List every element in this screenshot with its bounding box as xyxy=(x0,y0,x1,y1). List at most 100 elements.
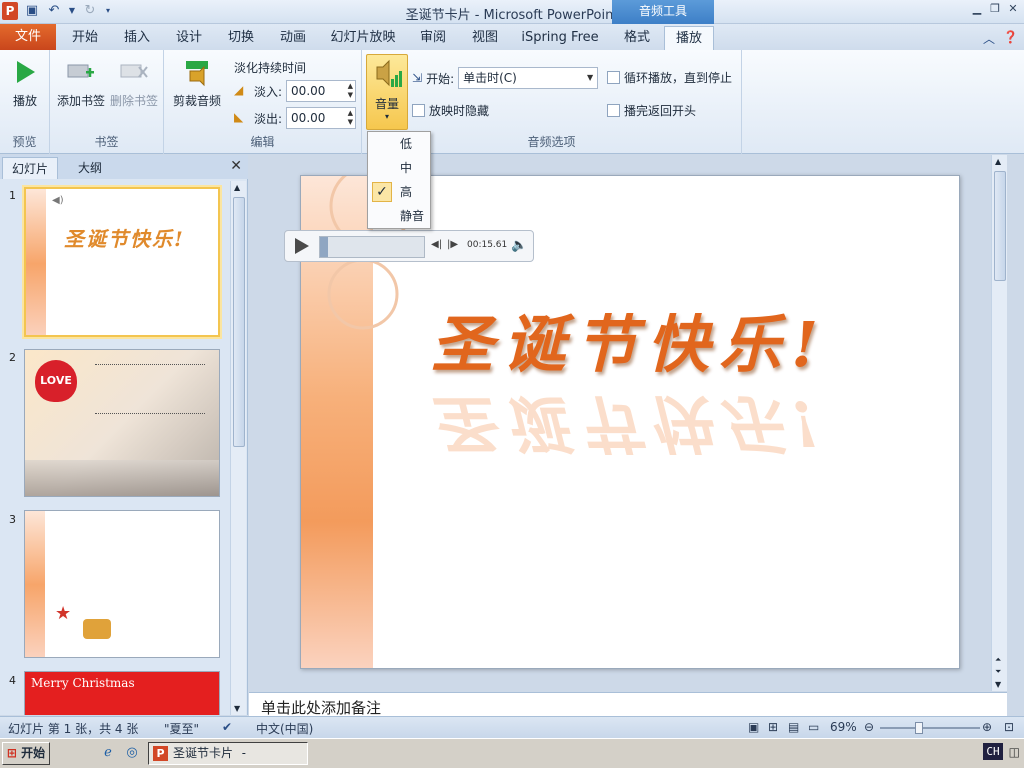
slides-panel: 幻灯片 大纲 ✕ 1 ◀) 圣诞节快乐! 2 LOVE 3 ★ 4 Merry … xyxy=(0,155,248,715)
ribbon-tab-bar: 文件 开始 插入 设计 切换 动画 幻灯片放映 审阅 视图 iSpring Fr… xyxy=(0,24,1024,50)
add-bookmark-icon xyxy=(65,56,97,88)
start-row: ⇲ 开始: 单击时(C) ▼ xyxy=(412,67,599,89)
slide-number: 3 xyxy=(9,513,16,526)
remove-bookmark-button[interactable]: 删除书签 xyxy=(108,56,160,109)
tab-insert[interactable]: 插入 xyxy=(114,26,160,50)
scroll-down-icon[interactable]: ▼ xyxy=(995,680,1001,689)
slide-thumbnail-3[interactable]: ★ xyxy=(24,510,220,658)
restore-icon[interactable]: ❐ xyxy=(988,2,1002,16)
notes-pane[interactable]: 单击此处添加备注 xyxy=(249,692,1007,716)
volume-menu-item-mute[interactable]: 静音 xyxy=(368,204,430,228)
trim-audio-icon xyxy=(181,56,213,88)
thumbnail-text-lines xyxy=(95,364,205,414)
fit-to-window-icon[interactable]: ⊡ xyxy=(1004,720,1014,734)
status-bar: 幻灯片 第 1 张，共 4 张 "夏至" ✔ 中文(中国) ▣ ⊞ ▤ ▭ 69… xyxy=(0,716,1024,738)
zoom-slider[interactable] xyxy=(880,722,980,734)
rewind-checkbox[interactable] xyxy=(607,104,620,117)
slides-scrollbar[interactable]: ▲ ▼ xyxy=(230,181,246,715)
tab-transitions[interactable]: 切换 xyxy=(218,26,264,50)
normal-view-icon[interactable]: ▣ xyxy=(748,720,759,734)
slide-headline[interactable]: 圣诞节快乐! xyxy=(431,294,828,384)
volume-menu-item-medium[interactable]: 中 xyxy=(368,156,430,180)
volume-button[interactable]: 音量 ▾ xyxy=(366,54,408,130)
window-title: 圣诞节卡片 - Microsoft PowerPoint xyxy=(405,8,619,23)
fade-out-spinner-icon[interactable]: ▲ ▼ xyxy=(348,109,353,127)
add-bookmark-button[interactable]: 添加书签 xyxy=(56,56,106,109)
thumbnail-title: Merry Christmas xyxy=(31,676,135,690)
tab-file[interactable]: 文件 xyxy=(0,24,56,50)
help-icon[interactable]: ❓ xyxy=(1003,30,1018,47)
spellcheck-icon[interactable]: ✔ xyxy=(222,720,232,734)
slide-number: 1 xyxy=(9,189,16,202)
close-icon[interactable]: ✕ xyxy=(1006,2,1020,16)
tab-home[interactable]: 开始 xyxy=(62,26,108,50)
tab-outline[interactable]: 大纲 xyxy=(60,157,120,179)
windows-logo-icon: ⊞ xyxy=(6,746,17,760)
tab-design[interactable]: 设计 xyxy=(166,26,212,50)
browser-icon[interactable]: ◎ xyxy=(124,745,140,761)
previous-slide-icon[interactable]: ⏶ xyxy=(995,655,1001,665)
tab-slideshow[interactable]: 幻灯片放映 xyxy=(322,26,404,50)
slide-thumbnail-2[interactable]: LOVE xyxy=(24,349,220,497)
ime-indicator[interactable]: CH xyxy=(983,743,1003,760)
tab-playback[interactable]: 播放 xyxy=(664,26,714,50)
reading-view-icon[interactable]: ▤ xyxy=(788,720,799,734)
loop-checkbox[interactable] xyxy=(607,71,620,84)
fade-out-input[interactable]: 00.00 ▲ ▼ xyxy=(286,107,357,129)
volume-menu-item-high[interactable]: ✓ 高 xyxy=(368,180,430,204)
slide-thumbnail-1[interactable]: ◀) 圣诞节快乐! xyxy=(24,187,220,337)
language-status[interactable]: 中文(中国) xyxy=(256,720,313,737)
zoom-out-icon[interactable]: ⊖ xyxy=(864,720,874,734)
start-select[interactable]: 单击时(C) ▼ xyxy=(458,67,599,89)
slideshow-view-icon[interactable]: ▭ xyxy=(808,720,819,734)
group-label-bookmarks: 书签 xyxy=(94,135,119,149)
fade-in-spinner-icon[interactable]: ▲ ▼ xyxy=(348,82,353,100)
remove-bookmark-icon xyxy=(118,56,150,88)
slide-thumbnail-4[interactable]: Merry Christmas xyxy=(24,671,220,715)
zoom-slider-knob[interactable] xyxy=(914,722,923,734)
scroll-up-icon[interactable]: ▲ xyxy=(234,183,240,192)
volume-menu-item-low[interactable]: 低 xyxy=(368,132,430,156)
scrollbar-thumb[interactable] xyxy=(233,197,245,447)
scrollbar-thumb[interactable] xyxy=(994,171,1006,281)
tab-slides[interactable]: 幻灯片 xyxy=(2,157,58,179)
hide-during-show-checkbox[interactable] xyxy=(412,104,425,117)
slide-sorter-icon[interactable]: ⊞ xyxy=(768,720,778,734)
zoom-level[interactable]: 69% xyxy=(830,720,857,734)
audio-progress-fill xyxy=(320,237,329,257)
powerpoint-task-icon: P xyxy=(153,746,168,761)
editor-scrollbar[interactable]: ▲ ⏶ ⏷ ▼ xyxy=(991,155,1007,691)
audio-progress-track[interactable] xyxy=(319,236,425,258)
theme-status[interactable]: "夏至" xyxy=(164,720,199,737)
close-panel-icon[interactable]: ✕ xyxy=(230,158,242,174)
skip-forward-icon[interactable]: |▶ xyxy=(447,239,458,250)
fade-in-icon: ◢ xyxy=(234,83,244,97)
heart-icon: LOVE xyxy=(35,360,77,402)
trim-audio-button[interactable]: 剪裁音频 xyxy=(170,56,224,109)
collapse-ribbon-icon[interactable]: ︿ xyxy=(983,30,995,47)
fade-in-input[interactable]: 00.00 ▲ ▼ xyxy=(286,80,357,102)
checkmark-icon: ✓ xyxy=(372,182,392,202)
ie-icon[interactable]: ℯ xyxy=(100,745,116,761)
taskbar: ⊞ 开始 ℯ ◎ P 圣诞节卡片 - Micros... CH ◫ xyxy=(0,738,1024,768)
zoom-in-icon[interactable]: ⊕ xyxy=(982,720,992,734)
tab-review[interactable]: 审阅 xyxy=(410,26,456,50)
tab-animations[interactable]: 动画 xyxy=(270,26,316,50)
start-button[interactable]: ⊞ 开始 xyxy=(2,742,50,765)
audio-play-icon[interactable] xyxy=(295,238,309,254)
audio-tools-context-title: 音频工具 xyxy=(612,0,714,24)
play-button[interactable]: 播放 xyxy=(6,56,44,109)
tab-format[interactable]: 格式 xyxy=(614,26,660,50)
taskbar-task-powerpoint[interactable]: P 圣诞节卡片 - Micros... xyxy=(148,742,308,768)
skip-back-icon[interactable]: ◀| xyxy=(431,239,442,250)
ribbon: 播放 预览 添加书签 删除书签 书签 剪裁音频 编辑 淡化持续时间 ◢ 淡入: … xyxy=(0,50,1024,154)
tab-view[interactable]: 视图 xyxy=(462,26,508,50)
tray-icon[interactable]: ◫ xyxy=(1009,745,1020,759)
scroll-up-icon[interactable]: ▲ xyxy=(995,157,1001,166)
next-slide-icon[interactable]: ⏷ xyxy=(995,667,1001,677)
tab-ispring[interactable]: iSpring Free xyxy=(514,26,606,50)
audio-volume-icon[interactable]: 🔈 xyxy=(511,238,527,253)
minimize-icon[interactable]: ▁ xyxy=(970,2,984,16)
scroll-down-icon[interactable]: ▼ xyxy=(234,704,240,713)
fade-duration-label: 淡化持续时间 xyxy=(234,61,307,75)
